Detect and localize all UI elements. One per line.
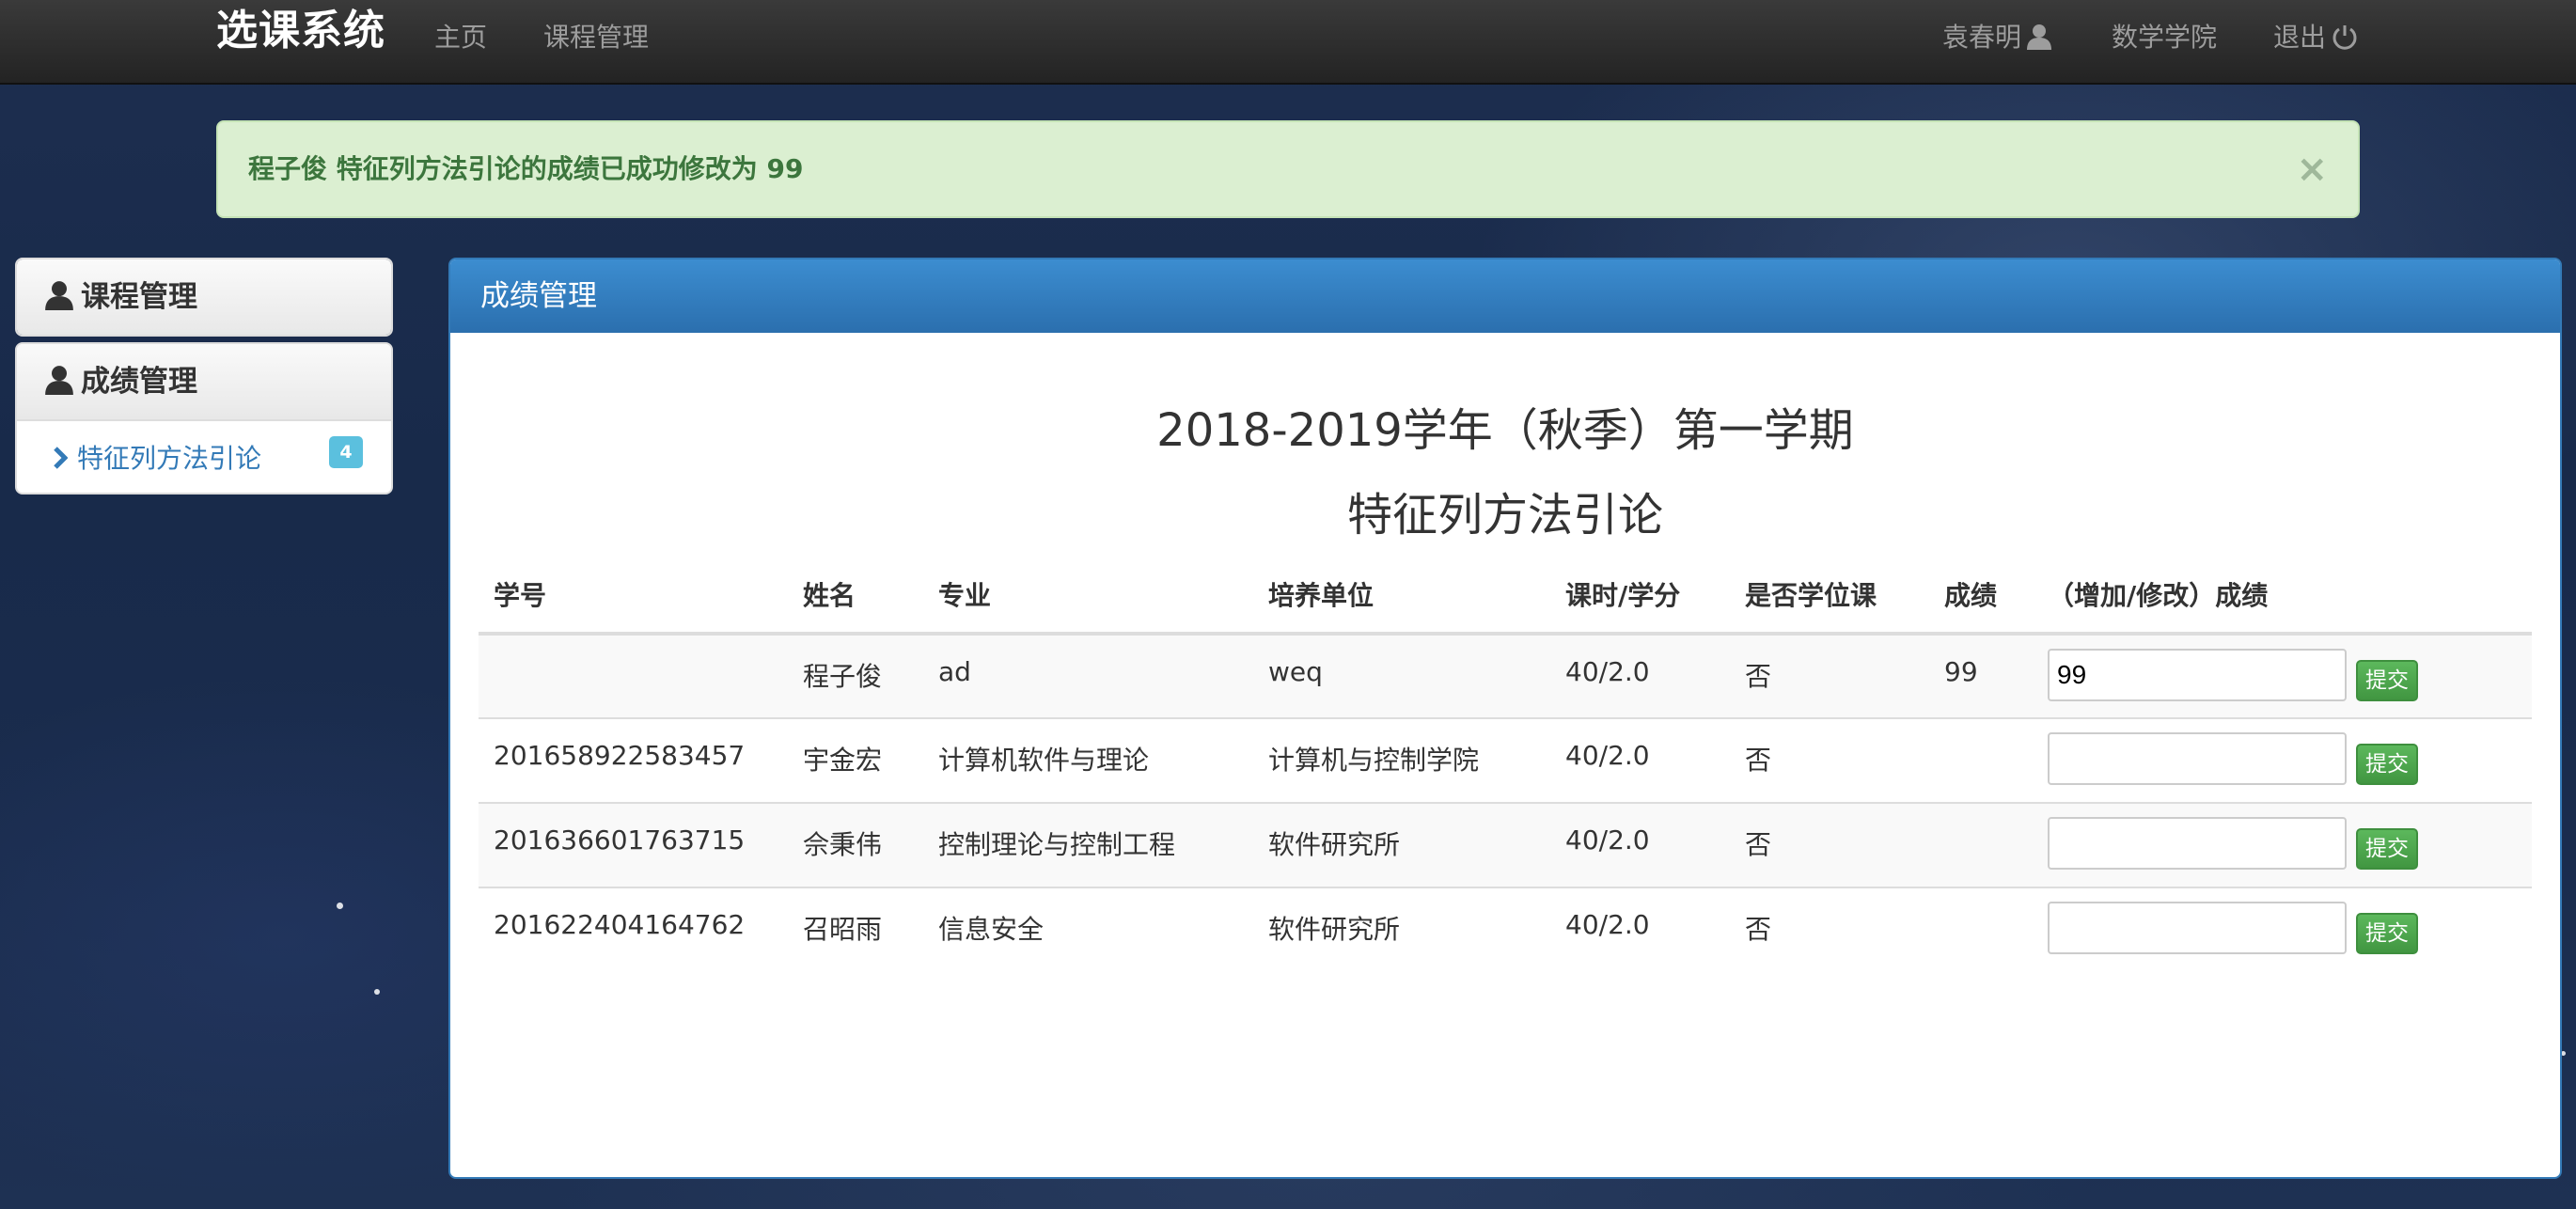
grade-edit-cell: 提交: [2033, 633, 2532, 718]
top-navbar: 选课系统 主页 课程管理 袁春明 数学学院 退出: [0, 0, 2576, 85]
student-name-cell: 宇金宏: [788, 717, 923, 803]
alert-close-button[interactable]: ×: [2296, 122, 2328, 216]
hours-credits-cell: 40/2.0: [1550, 802, 1730, 887]
table-header-row: 学号 姓名 专业 培养单位 课时/学分 是否学位课 成绩 （增加/修改）成绩: [479, 557, 2532, 636]
user-icon: [2021, 22, 2052, 53]
sidebar-heading-grade-management[interactable]: 成绩管理: [17, 344, 391, 419]
power-icon: [2326, 22, 2358, 53]
user-icon: [45, 365, 81, 399]
degree-course-cell: 否: [1730, 717, 1929, 803]
grade-input[interactable]: [2048, 902, 2347, 954]
grade-input[interactable]: [2048, 817, 2347, 870]
student-id-cell: 201658922583457: [479, 717, 788, 803]
table-row: 201636601763715 佘秉伟 控制理论与控制工程 软件研究所 40/2…: [479, 802, 2532, 887]
table-row: 201658922583457 宇金宏 计算机软件与理论 计算机与控制学院 40…: [479, 717, 2532, 803]
major-cell: 控制理论与控制工程: [923, 802, 1253, 887]
grade-cell: [1929, 802, 2033, 887]
panel-title: 成绩管理: [450, 259, 2560, 333]
student-id-cell: [479, 633, 788, 718]
term-title: 2018-2019学年（秋季）第一学期: [1156, 404, 1854, 457]
grades-table: 学号 姓名 专业 培养单位 课时/学分 是否学位课 成绩 （增加/修改）成绩 程…: [479, 557, 2532, 972]
student-name-cell: 程子俊: [788, 633, 923, 718]
student-name-cell: 召昭雨: [788, 887, 923, 972]
background-star: [374, 989, 380, 995]
degree-course-cell: 否: [1730, 633, 1929, 718]
submit-button[interactable]: 提交: [2356, 913, 2418, 954]
nav-course-management-link[interactable]: 课程管理: [543, 0, 649, 75]
column-header-major: 专业: [923, 557, 1253, 636]
table-row: 201622404164762 召昭雨 信息安全 软件研究所 40/2.0 否 …: [479, 887, 2532, 972]
sidebar-item-course[interactable]: 特征列方法引论 4: [17, 419, 391, 493]
major-cell: ad: [923, 633, 1253, 718]
grade-edit-cell: 提交: [2033, 717, 2532, 803]
user-name: 袁春明: [1942, 22, 2022, 53]
grade-management-panel: 成绩管理 2018-2019学年（秋季）第一学期 特征列方法引论 学号 姓名 专…: [448, 258, 2562, 1179]
user-icon: [45, 280, 81, 314]
unit-cell: weq: [1253, 633, 1550, 718]
column-header-unit: 培养单位: [1253, 557, 1550, 636]
grade-input[interactable]: [2048, 732, 2347, 785]
sidebar-panel-grade-management: 成绩管理 特征列方法引论 4: [15, 342, 393, 495]
sidebar-item-label: 特征列方法引论: [77, 443, 262, 474]
success-alert: 程子俊 特征列方法引论的成绩已成功修改为 99 ×: [216, 120, 2360, 218]
column-header-grade: 成绩: [1929, 557, 2033, 636]
grade-edit-cell: 提交: [2033, 802, 2532, 887]
sidebar-heading-label: 成绩管理: [81, 365, 197, 399]
degree-course-cell: 否: [1730, 887, 1929, 972]
column-header-hours-credits: 课时/学分: [1550, 557, 1730, 636]
unit-cell: 计算机与控制学院: [1253, 717, 1550, 803]
sidebar-panel-course-management: 课程管理: [15, 258, 393, 337]
unit-cell: 软件研究所: [1253, 887, 1550, 972]
sidebar-heading-label: 课程管理: [81, 280, 197, 314]
grade-edit-cell: 提交: [2033, 887, 2532, 972]
chevron-right-icon: [53, 423, 69, 493]
column-header-name: 姓名: [788, 557, 923, 636]
grade-input[interactable]: [2048, 649, 2347, 701]
hours-credits-cell: 40/2.0: [1550, 717, 1730, 803]
submit-button[interactable]: 提交: [2356, 660, 2418, 701]
column-header-student-id: 学号: [479, 557, 788, 636]
nav-user-link[interactable]: 袁春明: [1942, 0, 2052, 75]
grade-cell: [1929, 887, 2033, 972]
nav-home-link[interactable]: 主页: [434, 0, 487, 75]
alert-message: 程子俊 特征列方法引论的成绩已成功修改为 99: [248, 153, 804, 184]
major-cell: 信息安全: [923, 887, 1253, 972]
major-cell: 计算机软件与理论: [923, 717, 1253, 803]
course-title: 特征列方法引论: [1346, 489, 1663, 542]
table-row: 程子俊 ad weq 40/2.0 否 99 提交: [479, 633, 2532, 718]
nav-department-link[interactable]: 数学学院: [2112, 0, 2217, 75]
grade-cell: [1929, 717, 2033, 803]
hours-credits-cell: 40/2.0: [1550, 887, 1730, 972]
count-badge: 4: [329, 436, 363, 468]
degree-course-cell: 否: [1730, 802, 1929, 887]
student-id-cell: 201636601763715: [479, 802, 788, 887]
unit-cell: 软件研究所: [1253, 802, 1550, 887]
column-header-edit-grade: （增加/修改）成绩: [2033, 557, 2532, 636]
student-name-cell: 佘秉伟: [788, 802, 923, 887]
student-id-cell: 201622404164762: [479, 887, 788, 972]
hours-credits-cell: 40/2.0: [1550, 633, 1730, 718]
brand-title[interactable]: 选课系统: [216, 0, 385, 66]
submit-button[interactable]: 提交: [2356, 744, 2418, 785]
column-header-degree-course: 是否学位课: [1730, 557, 1929, 636]
nav-logout-link[interactable]: 退出: [2273, 0, 2358, 75]
background-star: [337, 903, 343, 909]
submit-button[interactable]: 提交: [2356, 828, 2418, 870]
sidebar-heading-course-management[interactable]: 课程管理: [17, 259, 391, 335]
logout-label: 退出: [2273, 22, 2327, 53]
grade-cell: 99: [1929, 633, 2033, 718]
